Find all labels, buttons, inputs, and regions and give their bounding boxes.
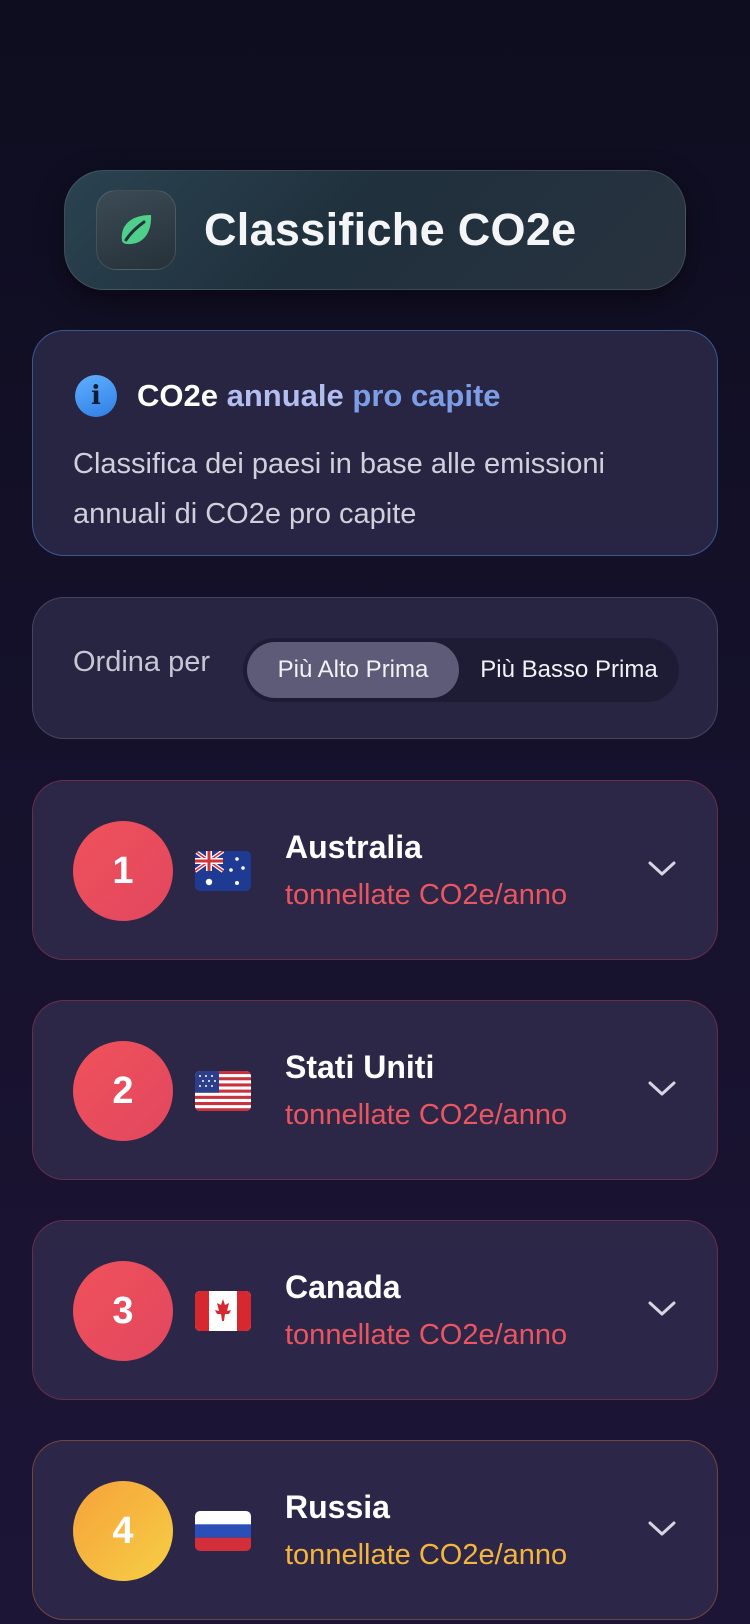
country-name: Stati Uniti xyxy=(285,1049,435,1085)
ranking-item-russia[interactable]: 4 Russia tonnellate CO2e/anno xyxy=(32,1440,718,1620)
sort-label: Ordina per xyxy=(73,646,211,678)
info-header: i CO2e annuale pro capite xyxy=(75,375,501,417)
usa-flag-icon xyxy=(195,1071,251,1111)
country-name: Russia xyxy=(285,1489,390,1525)
info-title: CO2e annuale pro capite xyxy=(137,378,501,414)
chevron-down-icon[interactable] xyxy=(647,1079,677,1099)
sort-lowest-first-button[interactable]: Più Basso Prima xyxy=(463,642,675,698)
chevron-down-icon[interactable] xyxy=(647,1299,677,1319)
canada-flag-icon xyxy=(195,1291,251,1331)
page-title: Classifiche CO2e xyxy=(204,204,577,255)
sort-segmented-control: Più Alto Prima Più Basso Prima xyxy=(243,638,679,702)
chevron-down-icon[interactable] xyxy=(647,1519,677,1539)
app-header: Classifiche CO2e xyxy=(64,170,686,290)
emission-unit: tonnellate CO2e/anno xyxy=(285,879,568,911)
emission-unit: tonnellate CO2e/anno xyxy=(285,1099,568,1131)
ranking-item-australia[interactable]: 1 Australia tonnellate CO2e/anno xyxy=(32,780,718,960)
rank-badge: 2 xyxy=(73,1041,173,1141)
sort-highest-first-button[interactable]: Più Alto Prima xyxy=(247,642,459,698)
info-description: Classifica dei paesi in base alle emissi… xyxy=(73,448,605,530)
rank-badge: 4 xyxy=(73,1481,173,1581)
country-name: Australia xyxy=(285,829,422,865)
australia-flag-icon xyxy=(195,851,251,891)
russia-flag-icon xyxy=(195,1511,251,1551)
ranking-item-canada[interactable]: 3 Canada tonnellate CO2e/anno xyxy=(32,1220,718,1400)
rank-badge: 3 xyxy=(73,1261,173,1361)
leaf-icon xyxy=(96,190,176,270)
emission-unit: tonnellate CO2e/anno xyxy=(285,1539,568,1571)
rank-badge: 1 xyxy=(73,821,173,921)
info-title-part-1: CO2e xyxy=(137,378,218,413)
country-name: Canada xyxy=(285,1269,401,1305)
sort-card: Ordina per Più Alto Prima Più Basso Prim… xyxy=(32,597,718,739)
info-title-part-3: pro capite xyxy=(352,378,501,413)
info-card: i CO2e annuale pro capite Classifica dei… xyxy=(32,330,718,556)
info-title-part-2: annuale xyxy=(226,378,344,413)
info-icon: i xyxy=(75,375,117,417)
chevron-down-icon[interactable] xyxy=(647,859,677,879)
emission-unit: tonnellate CO2e/anno xyxy=(285,1319,568,1351)
ranking-item-stati-uniti[interactable]: 2 Stati Uniti tonnellate CO2e/anno xyxy=(32,1000,718,1180)
